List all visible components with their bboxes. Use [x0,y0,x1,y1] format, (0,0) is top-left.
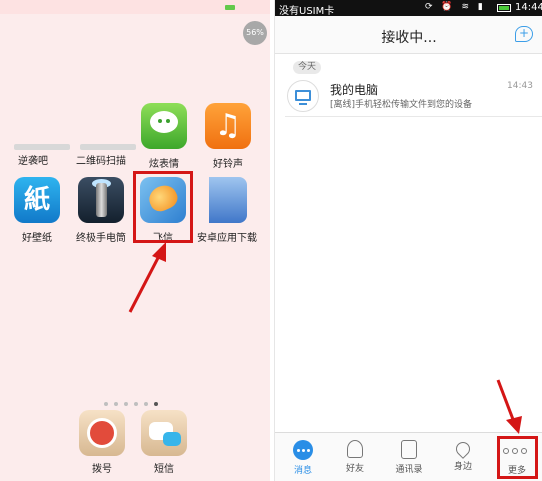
app-label: 安卓应用下载 [197,233,257,244]
tab-label: 好友 [345,464,364,474]
home-status-bar [0,0,270,14]
friends-icon [347,440,363,458]
conversation-item[interactable]: 我的电脑 [离线]手机轻松传输文件到您的设备 14:43 [275,74,542,116]
app-xuan-biaoqing[interactable]: 炫表情 [132,103,196,170]
date-badge: 今天 [293,61,321,74]
status-time: 14:44 [515,2,542,13]
battery-icon [225,5,235,10]
message-icon [293,440,313,460]
add-chat-icon[interactable]: + [515,26,533,42]
app-label-nixiba[interactable]: 逆袭吧 [18,152,48,167]
conversation-time: 14:43 [507,81,533,91]
computer-avatar-icon [287,80,319,112]
battery-percent-badge: 56% [243,21,267,45]
tab-label: 身边 [453,462,472,472]
flashlight-icon [78,177,124,223]
contacts-icon [401,440,417,459]
app-label: 拨号 [92,464,112,475]
app-label: 炫表情 [149,159,179,170]
nearby-icon [453,439,473,459]
status-bar: 没有USIM卡 ⟳ ⏰ ≋ ▮ 14:44 [275,0,542,17]
app-label: 好壁纸 [22,233,52,244]
cropped-icon-strip [80,144,136,150]
chat-face-icon [141,103,187,149]
status-icons: ⟳ ⏰ ≋ ▮ [425,2,486,12]
home-screen: 56% 炫表情 ♫ 好铃声 逆袭吧 二维码扫描 紙 好壁纸 终极手电筒 飞信 安… [0,0,270,481]
sms-icon [141,410,187,456]
dialer-icon [79,410,125,456]
app-label-qr-scan[interactable]: 二维码扫描 [76,152,126,167]
screenshot-root: 56% 炫表情 ♫ 好铃声 逆袭吧 二维码扫描 紙 好壁纸 终极手电筒 飞信 安… [0,0,542,481]
list-divider [285,116,542,117]
tab-friends[interactable]: 好友 [329,433,381,481]
tab-contacts[interactable]: 通讯录 [383,433,435,481]
app-hao-bizhi[interactable]: 紙 好壁纸 [5,177,69,244]
tab-label: 消息 [293,466,312,476]
android-store-icon [209,177,247,223]
carrier-text: 没有USIM卡 [279,6,335,17]
conversation-preview: [离线]手机轻松传输文件到您的设备 [330,100,473,110]
dock-dialer[interactable]: 拨号 [70,410,134,475]
app-hao-lingsheng[interactable]: ♫ 好铃声 [196,103,260,170]
page-indicator[interactable] [104,391,164,410]
tab-label: 通讯录 [395,465,423,475]
red-arrow-icon [496,379,522,434]
title-bar: 接收中... + [275,16,542,54]
red-arrow-icon [128,242,166,313]
app-label: 短信 [154,464,174,475]
app-flashlight[interactable]: 终极手电筒 [69,177,133,244]
page-title: 接收中... [381,30,437,46]
highlight-box-fetion [133,171,193,243]
app-label: 好铃声 [213,159,243,170]
cropped-icon-strip [14,144,70,150]
wallpaper-icon: 紙 [14,177,60,223]
dock-sms[interactable]: 短信 [132,410,196,475]
conversation-name: 我的电脑 [330,83,379,97]
battery-icon [497,4,511,12]
highlight-box-more-tab [497,436,538,479]
app-android-store[interactable]: 安卓应用下载 [195,177,259,244]
tab-messages[interactable]: 消息 [277,433,329,481]
tab-nearby[interactable]: 身边 [437,433,489,481]
music-note-icon: ♫ [205,103,251,149]
